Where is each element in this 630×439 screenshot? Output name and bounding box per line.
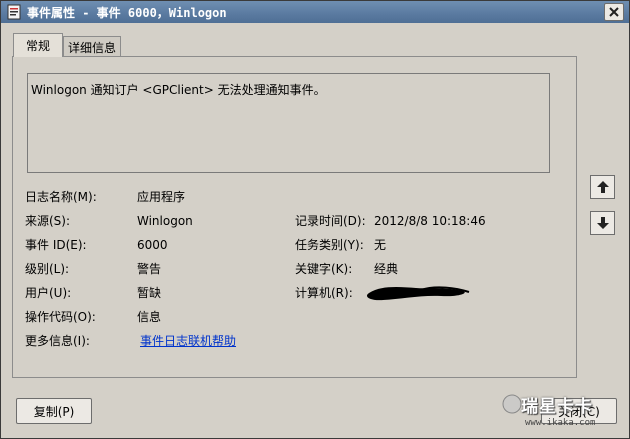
keywords-label: 关键字(K): [295, 262, 353, 276]
tab-general[interactable]: 常规 [13, 33, 63, 57]
task-category-value: 无 [374, 238, 387, 252]
level-value: 警告 [137, 262, 162, 276]
computer-label: 计算机(R): [295, 286, 353, 300]
close-button[interactable]: 关闭(C) [541, 398, 617, 424]
user-value: 暂缺 [137, 286, 162, 300]
log-name-label: 日志名称(M): [25, 190, 97, 204]
event-id-label: 事件 ID(E): [25, 238, 87, 252]
watermark-logo-icon [502, 394, 522, 414]
close-icon [609, 7, 619, 17]
opcode-label: 操作代码(O): [25, 310, 96, 324]
copy-button[interactable]: 复制(P) [16, 398, 92, 424]
previous-event-button[interactable] [590, 175, 615, 199]
source-label: 来源(S): [25, 214, 71, 228]
event-properties-window: 事件属性 - 事件 6000，Winlogon 常规 详细信息 Winlogon… [0, 0, 630, 439]
source-value: Winlogon [137, 214, 193, 228]
close-button-label: 关闭(C) [558, 404, 600, 419]
event-id-value: 6000 [137, 238, 168, 252]
arrow-up-icon [596, 181, 609, 193]
title-bar[interactable]: 事件属性 - 事件 6000，Winlogon [1, 1, 629, 23]
keywords-value: 经典 [374, 262, 399, 276]
level-label: 级别(L): [25, 262, 70, 276]
user-label: 用户(U): [25, 286, 72, 300]
opcode-value: 信息 [137, 310, 162, 324]
tab-details[interactable]: 详细信息 [63, 36, 121, 57]
online-help-link[interactable]: 事件日志联机帮助 [140, 333, 236, 349]
copy-button-label: 复制(P) [33, 404, 75, 419]
logged-label: 记录时间(D): [295, 214, 366, 228]
event-description[interactable]: Winlogon 通知订户 <GPClient> 无法处理通知事件。 [27, 73, 550, 173]
window-title: 事件属性 - 事件 6000，Winlogon [27, 6, 227, 20]
log-name-value: 应用程序 [137, 190, 186, 204]
event-viewer-icon [7, 4, 21, 20]
logged-value: 2012/8/8 10:18:46 [374, 214, 486, 228]
event-description-text: Winlogon 通知订户 <GPClient> 无法处理通知事件。 [31, 83, 326, 97]
task-category-label: 任务类别(Y): [295, 238, 364, 252]
computer-value-redaction [366, 286, 470, 301]
next-event-button[interactable] [590, 211, 615, 235]
more-info-label: 更多信息(I): [25, 334, 90, 348]
title-close-button[interactable] [604, 3, 624, 21]
tab-general-label: 常规 [25, 39, 50, 53]
tab-details-label: 详细信息 [67, 40, 116, 55]
arrow-down-icon [596, 217, 609, 229]
